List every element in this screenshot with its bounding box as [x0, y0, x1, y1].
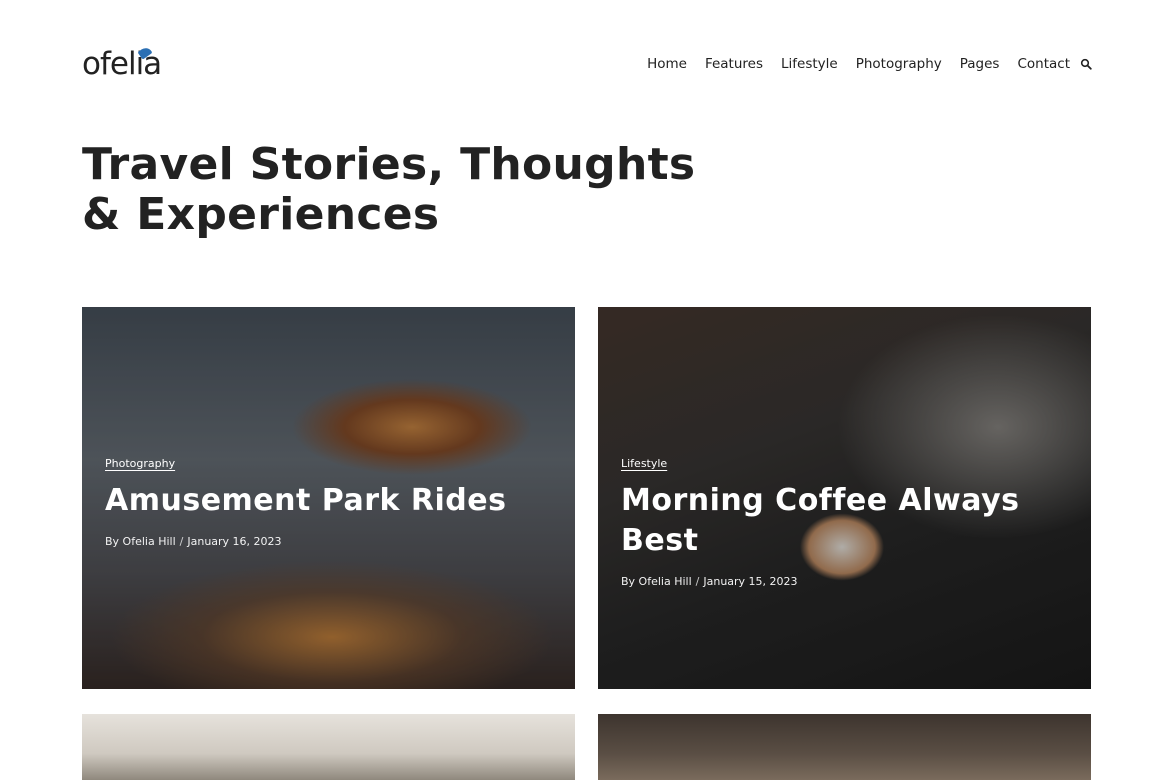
post-card-partial[interactable]: [598, 714, 1091, 780]
nav-item-lifestyle[interactable]: Lifestyle: [781, 54, 838, 74]
post-category-link[interactable]: Photography: [105, 457, 175, 470]
nav-item-features[interactable]: Features: [705, 54, 763, 74]
post-meta: By Ofelia Hill / January 15, 2023: [621, 575, 798, 588]
post-author-link[interactable]: By Ofelia Hill: [105, 535, 176, 548]
post-image: [82, 714, 575, 780]
post-title-link[interactable]: Morning Coffee Always Best: [621, 481, 1071, 561]
post-card-partial[interactable]: [82, 714, 575, 780]
post-author-link[interactable]: By Ofelia Hill: [621, 575, 692, 588]
post-date: January 16, 2023: [187, 535, 282, 548]
post-image: [598, 714, 1091, 780]
site-logo[interactable]: ofelia: [82, 45, 162, 82]
nav-item-photography[interactable]: Photography: [856, 54, 942, 74]
nav-item-pages[interactable]: Pages: [960, 54, 1000, 74]
post-category-link[interactable]: Lifestyle: [621, 457, 667, 470]
post-meta: By Ofelia Hill / January 16, 2023: [105, 535, 282, 548]
post-card-amusement-park[interactable]: Photography Amusement Park Rides By Ofel…: [82, 307, 575, 689]
page-title: Travel Stories, Thoughts & Experiences: [82, 139, 696, 240]
main-nav: Home Features Lifestyle Photography Page…: [647, 54, 1070, 74]
nav-item-home[interactable]: Home: [647, 54, 687, 74]
post-card-content: Photography Amusement Park Rides By Ofel…: [105, 452, 555, 548]
post-card-morning-coffee[interactable]: Lifestyle Morning Coffee Always Best By …: [598, 307, 1091, 689]
site-header: ofelia Home Features Lifestyle Photograp…: [82, 45, 1092, 82]
search-icon[interactable]: [1080, 58, 1092, 70]
post-title-link[interactable]: Amusement Park Rides: [105, 481, 555, 521]
post-card-content: Lifestyle Morning Coffee Always Best By …: [621, 452, 1071, 588]
post-date: January 15, 2023: [703, 575, 798, 588]
nav-item-contact[interactable]: Contact: [1017, 54, 1070, 74]
